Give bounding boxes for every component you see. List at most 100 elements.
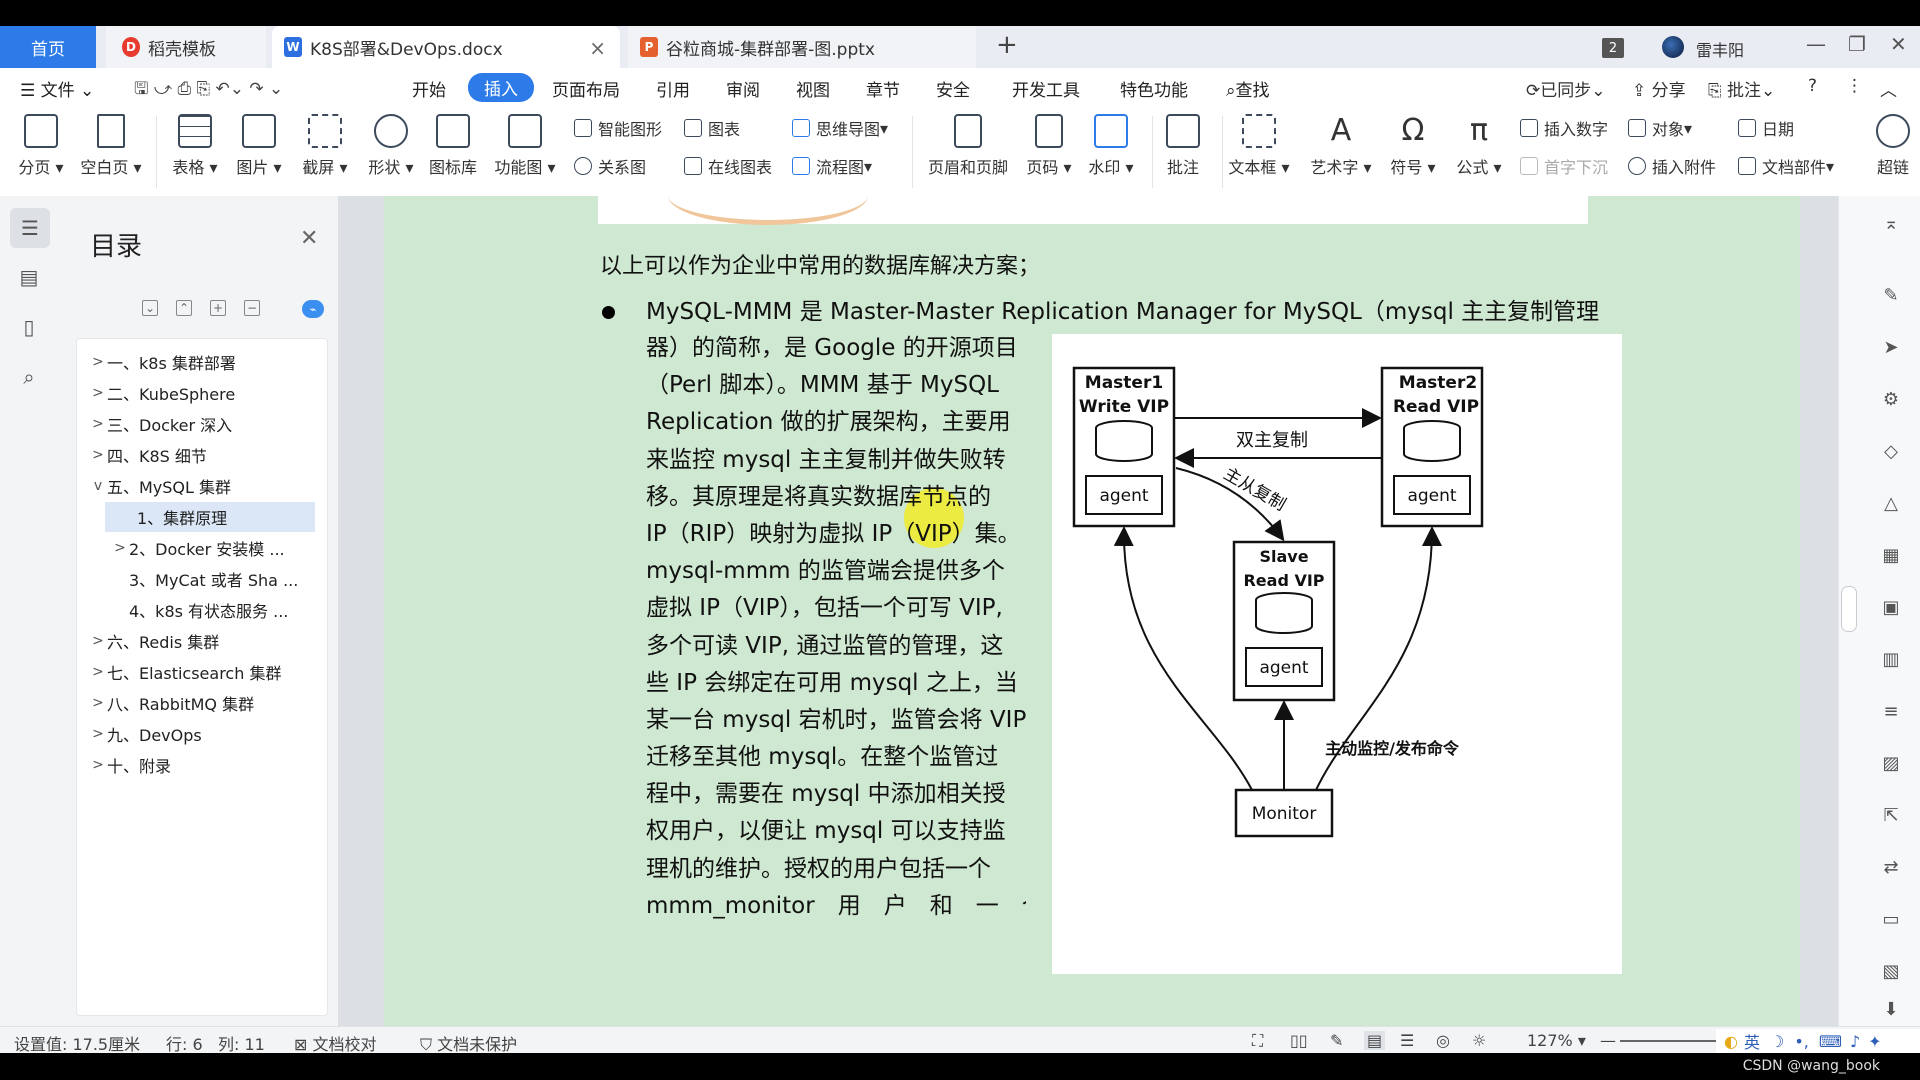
collapse-ribbon-icon[interactable]: ︿	[1880, 76, 1897, 101]
style-icon[interactable]: ⚙	[1878, 386, 1904, 412]
chart-panel-icon[interactable]: ▥	[1878, 646, 1904, 672]
chart-button[interactable]: 图表	[684, 116, 740, 140]
toc-item[interactable]: 4、k8s 有状态服务 ...	[77, 595, 327, 625]
reading-mode-icon[interactable]: ▯▯	[1290, 1031, 1308, 1050]
date-button[interactable]: 日期	[1738, 116, 1794, 140]
watermark-button[interactable]: 水印 ▾	[1076, 110, 1146, 178]
settings-slider-icon[interactable]: ≡	[1878, 698, 1904, 724]
toc-item-selected[interactable]: 1、集群原理	[105, 502, 315, 532]
menu-view[interactable]: 视图	[796, 76, 830, 101]
toc-item[interactable]: >2、Docker 安装模 ...	[77, 533, 327, 563]
shape-button[interactable]: 形状 ▾	[356, 110, 426, 178]
toc-list-icon[interactable]: ☰	[10, 208, 50, 248]
toc-item[interactable]: 3、MyCat 或者 Sha ...	[77, 564, 327, 594]
zoom-out-icon[interactable]: —	[1600, 1031, 1616, 1050]
object-button[interactable]: 对象 ▾	[1628, 116, 1692, 140]
zoom-slider[interactable]	[1620, 1040, 1720, 1042]
toc-item[interactable]: > 七、Elasticsearch 集群	[77, 657, 327, 687]
user-name[interactable]: 雷丰阳	[1696, 37, 1744, 61]
pin-icon[interactable]: ⌅	[1878, 210, 1904, 236]
cloud-sync-icon[interactable]: ⌁	[302, 300, 324, 318]
image-panel-icon[interactable]: ▨	[1878, 750, 1904, 776]
shape-panel-icon[interactable]: ◇	[1878, 438, 1904, 464]
ime-toolbar[interactable]: ◐ 英 ☽ •, ⌨ ♪ ✦	[1716, 1029, 1920, 1053]
formula-button[interactable]: π 公式 ▾	[1444, 110, 1514, 178]
help-icon[interactable]: ?	[1808, 76, 1817, 96]
avatar[interactable]	[1662, 36, 1684, 58]
icon-library-button[interactable]: 图标库	[418, 110, 488, 178]
col-indicator[interactable]: 列: 11	[218, 1031, 265, 1053]
file-menu[interactable]: ☰ 文件 ⌄	[20, 76, 94, 101]
export-icon[interactable]: ⇱	[1878, 802, 1904, 828]
more-icon[interactable]: ⋮	[1846, 76, 1863, 96]
page-view-icon[interactable]: ▤	[1364, 1031, 1386, 1050]
blank-page-button[interactable]: 空白页 ▾	[76, 110, 146, 178]
table-panel-icon[interactable]: ▦	[1878, 542, 1904, 568]
table-button[interactable]: 表格 ▾	[160, 110, 230, 178]
toc-item[interactable]: v 五、MySQL 集群	[77, 471, 327, 501]
function-chart-button[interactable]: 功能图 ▾	[490, 110, 560, 178]
symbol-button[interactable]: Ω 符号 ▾	[1378, 110, 1448, 178]
window-count-badge[interactable]: 2	[1602, 38, 1624, 58]
comment-button[interactable]: ⎘ 批注⌄	[1708, 76, 1775, 101]
tab-home[interactable]: 首页	[0, 26, 96, 68]
header-footer-button[interactable]: 页眉和页脚	[920, 110, 1016, 178]
collapse-all-icon[interactable]: ⌄	[142, 300, 158, 316]
toc-item[interactable]: > 九、DevOps	[77, 719, 327, 749]
tab-daoke-template[interactable]: D 稻壳模板	[106, 26, 266, 68]
zoom-level[interactable]: 127% ▾	[1527, 1031, 1586, 1050]
close-window-icon[interactable]: ✕	[1890, 32, 1907, 56]
outline-view-icon[interactable]: ☰	[1400, 1031, 1414, 1050]
edit-mode-icon[interactable]: ✎	[1330, 1031, 1343, 1050]
menu-review[interactable]: 审阅	[726, 76, 760, 101]
cursor-icon[interactable]: ➤	[1878, 334, 1904, 360]
minimize-icon[interactable]: —	[1806, 32, 1826, 56]
page-thumbnail-icon[interactable]: ▤	[14, 262, 44, 292]
find-replace-icon[interactable]: ⌕	[14, 362, 44, 392]
menu-features[interactable]: 特色功能	[1120, 76, 1188, 101]
menu-security[interactable]: 安全	[936, 76, 970, 101]
wordart-button[interactable]: A 艺术字 ▾	[1306, 110, 1376, 178]
menu-insert[interactable]: 插入	[468, 73, 534, 102]
insert-number-button[interactable]: 插入数字	[1520, 116, 1608, 140]
page-break-button[interactable]: 分页 ▾	[6, 110, 76, 178]
remove-heading-icon[interactable]: −	[244, 300, 260, 316]
scrollbar-thumb[interactable]	[1841, 586, 1857, 632]
grid-icon[interactable]: ▣	[1878, 594, 1904, 620]
archive-icon[interactable]: ▭	[1878, 906, 1904, 932]
restore-icon[interactable]: ❐	[1848, 32, 1866, 56]
doc-parts-button[interactable]: 文档部件 ▾	[1738, 154, 1834, 178]
proofread-button[interactable]: ⊠ 文档校对	[294, 1031, 377, 1053]
menu-references[interactable]: 引用	[656, 76, 690, 101]
eye-protect-icon[interactable]: ☼	[1472, 1031, 1486, 1050]
protect-status[interactable]: ⛉ 文档未保护	[420, 1031, 517, 1053]
tab-document[interactable]: W K8S部署&DevOps.docx ×	[272, 26, 620, 68]
picture-icon[interactable]: ▧	[1878, 958, 1904, 984]
comment-insert-button[interactable]: 批注	[1148, 110, 1218, 178]
toc-item[interactable]: > 四、K8S 细节	[77, 440, 327, 470]
fill-icon[interactable]: △	[1878, 490, 1904, 516]
toc-item[interactable]: > 六、Redis 集群	[77, 626, 327, 656]
screenshot-button[interactable]: 截屏 ▾	[290, 110, 360, 178]
expand-up-icon[interactable]: ⌃	[176, 300, 192, 316]
quick-access-toolbar[interactable]: 🖫 ⤻ ⎙ ⎘ ↶⌄ ↷ ⌄	[134, 76, 283, 105]
menu-page-layout[interactable]: 页面布局	[552, 76, 620, 101]
setting-value[interactable]: 设置值: 17.5厘米	[14, 1031, 140, 1053]
relation-chart-button[interactable]: 关系图	[574, 154, 646, 178]
bookmark-icon[interactable]: ▯	[14, 312, 44, 342]
translate-icon[interactable]: ⇄	[1878, 854, 1904, 880]
web-view-icon[interactable]: ◎	[1436, 1031, 1450, 1050]
menu-start[interactable]: 开始	[412, 76, 446, 101]
page-number-button[interactable]: 页码 ▾	[1014, 110, 1084, 178]
toc-item[interactable]: > 十、附录	[77, 750, 327, 780]
download-icon[interactable]: ⬇	[1878, 996, 1904, 1022]
textbox-button[interactable]: 文本框 ▾	[1224, 110, 1294, 178]
mmm-architecture-diagram[interactable]: Master1 Write VIP agent Master2 Read VIP	[1052, 334, 1622, 974]
toc-item[interactable]: > 二、KubeSphere	[77, 378, 327, 408]
fullscreen-icon[interactable]: ⛶	[1252, 1031, 1263, 1051]
image-button[interactable]: 图片 ▾	[224, 110, 294, 178]
close-tab-icon[interactable]: ×	[589, 36, 606, 60]
add-heading-icon[interactable]: +	[210, 300, 226, 316]
pen-icon[interactable]: ✎	[1878, 282, 1904, 308]
toc-item[interactable]: > 八、RabbitMQ 集群	[77, 688, 327, 718]
